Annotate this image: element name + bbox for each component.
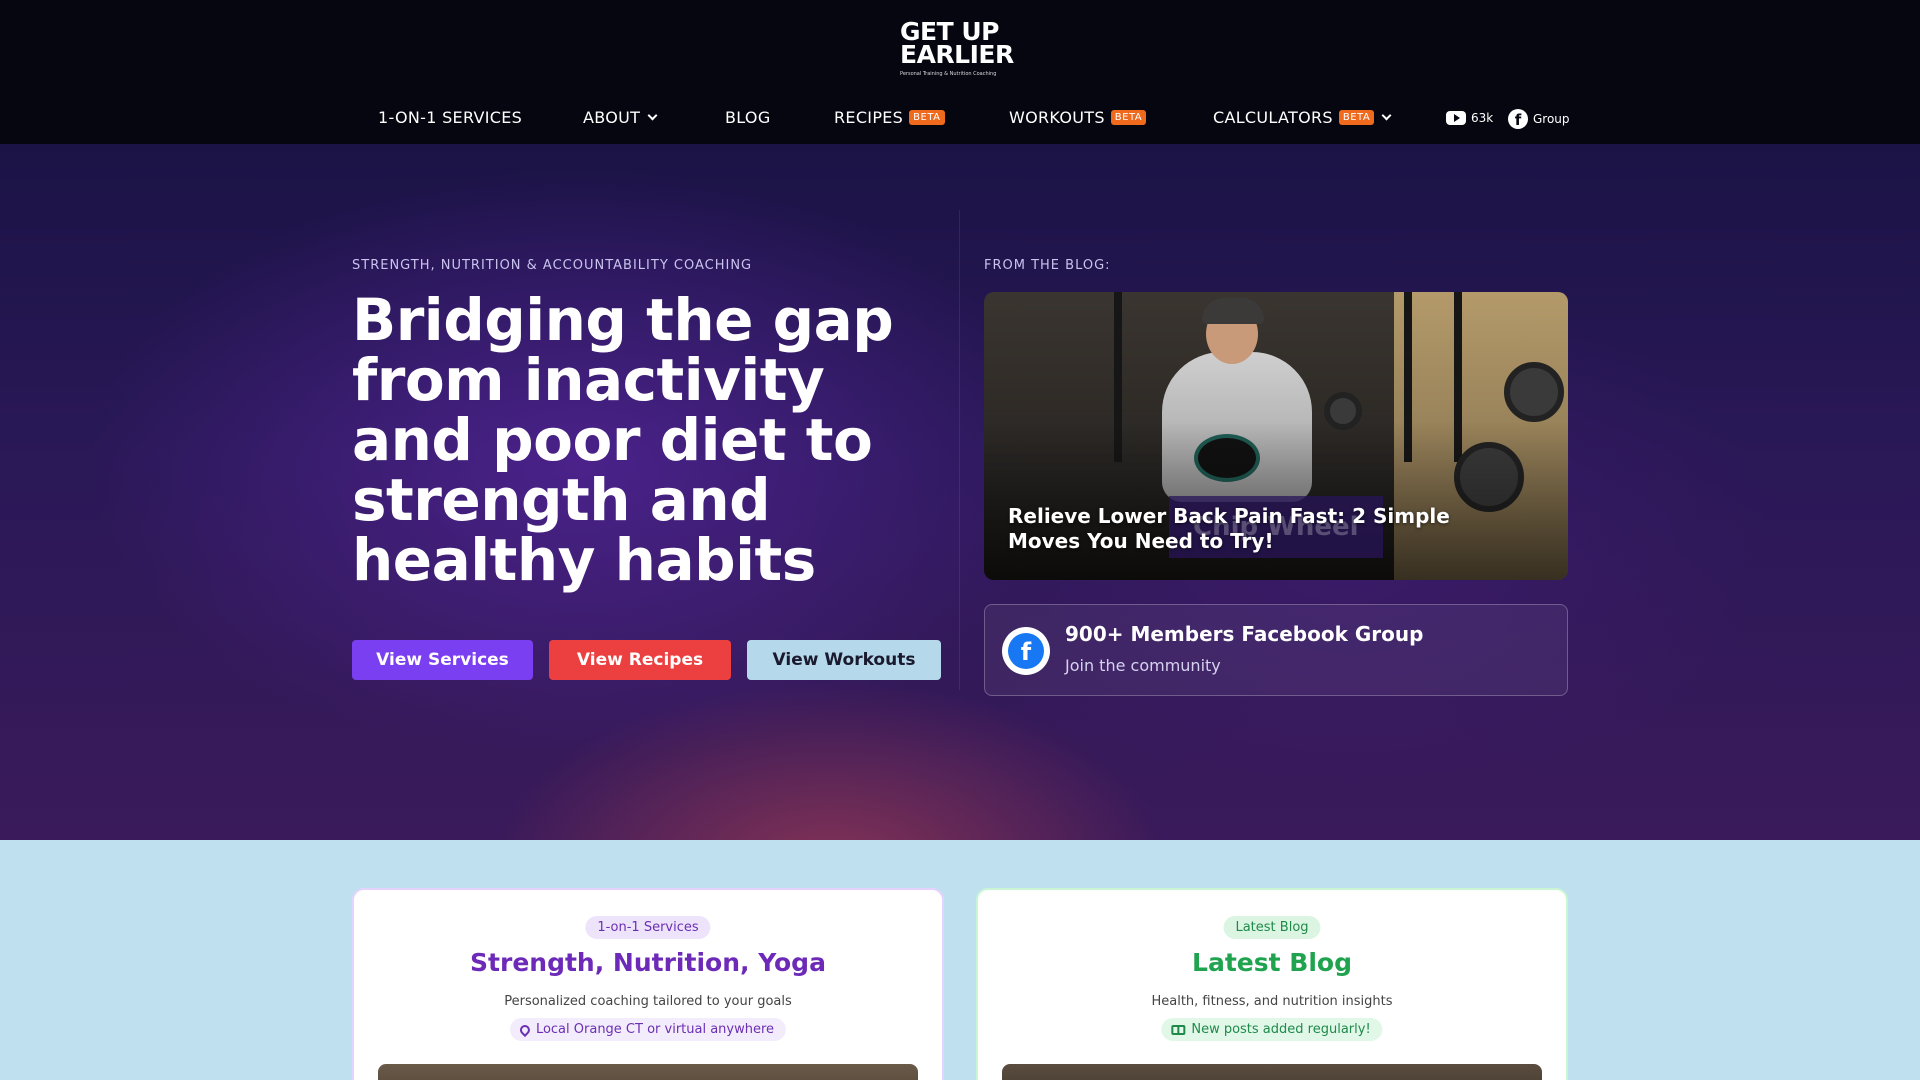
blog-kicker: FROM THE BLOG: [984,258,1111,273]
services-card-image [378,1064,918,1080]
nav-calculators-label: CALCULATORS [1213,108,1333,127]
featured-blog-card[interactable]: Chip Wheel Relieve Lower Back Pain Fast:… [984,292,1568,580]
logo-line-2: EARLIER [900,40,1014,69]
view-services-button[interactable]: View Services [352,640,533,680]
location-pin-icon [517,1022,533,1037]
new-posts-chip-label: New posts added regularly! [1191,1022,1371,1037]
facebook-icon: f [1002,627,1050,675]
latest-blog-card-subtitle: Health, fitness, and nutrition insights [1151,994,1393,1009]
nav-recipes[interactable]: RECIPES BETA [834,108,945,127]
youtube-count: 63k [1471,111,1494,125]
latest-blog-card-title: Latest Blog [1192,948,1352,977]
facebook-group-subtitle: Join the community [1065,656,1221,675]
hero-section [0,144,1920,840]
latest-blog-pill: Latest Blog [1223,916,1321,939]
blog-post-title: Relieve Lower Back Pain Fast: 2 Simple M… [1008,504,1450,553]
nav-services[interactable]: 1-ON-1 SERVICES [378,108,522,127]
facebook-group-title: 900+ Members Facebook Group [1065,622,1424,646]
nav-about-label: ABOUT [583,108,641,127]
nav-blog-label: BLOG [725,108,771,127]
nav-blog[interactable]: BLOG [725,108,771,127]
cards-section [0,840,1920,1080]
location-chip: Local Orange CT or virtual anywhere [509,1018,787,1041]
nav-workouts-label: WORKOUTS [1009,108,1105,127]
book-icon [1171,1024,1186,1035]
services-card-title: Strength, Nutrition, Yoga [470,948,826,977]
facebook-icon: f [1508,109,1528,129]
hero-divider [959,210,960,690]
facebook-group-label: Group [1533,112,1570,126]
nav-calculators[interactable]: CALCULATORS BETA [1213,108,1392,127]
nav-about[interactable]: ABOUT [583,108,658,127]
services-card[interactable]: 1-on-1 Services Strength, Nutrition, Yog… [352,888,944,1080]
latest-blog-card-image [1002,1064,1542,1080]
view-workouts-button[interactable]: View Workouts [747,640,941,680]
facebook-group-card[interactable]: f 900+ Members Facebook Group Join the c… [984,604,1568,696]
main-nav: 1-ON-1 SERVICES ABOUT BLOG RECIPES BETA … [0,108,1920,132]
hero-headline: Bridging the gap from inactivity and poo… [352,286,894,594]
youtube-link[interactable]: 63k [1446,111,1493,125]
beta-badge: BETA [1338,110,1375,125]
services-pill: 1-on-1 Services [585,916,711,939]
logo-tagline: Personal Training & Nutrition Coaching [900,71,997,77]
chevron-down-icon [1381,110,1392,120]
services-card-subtitle: Personalized coaching tailored to your g… [504,994,792,1009]
youtube-icon [1446,111,1466,125]
latest-blog-card[interactable]: Latest Blog Latest Blog Health, fitness,… [976,888,1568,1080]
view-recipes-button[interactable]: View Recipes [549,640,731,680]
facebook-group-link[interactable]: f Group [1508,109,1570,129]
nav-services-label: 1-ON-1 SERVICES [378,108,523,127]
nav-workouts[interactable]: WORKOUTS BETA [1009,108,1147,127]
beta-badge: BETA [1110,110,1147,125]
site-header: GET UP EARLIER Personal Training & Nutri… [0,0,1920,144]
new-posts-chip: New posts added regularly! [1161,1018,1383,1041]
beta-badge: BETA [909,110,945,125]
facebook-icon-letter: f [1020,638,1032,666]
chevron-down-icon [647,110,658,120]
hero-kicker: STRENGTH, NUTRITION & ACCOUNTABILITY COA… [352,258,753,273]
site-logo[interactable]: GET UP EARLIER Personal Training & Nutri… [900,19,1020,77]
location-chip-label: Local Orange CT or virtual anywhere [535,1022,775,1037]
nav-recipes-label: RECIPES [834,108,904,127]
